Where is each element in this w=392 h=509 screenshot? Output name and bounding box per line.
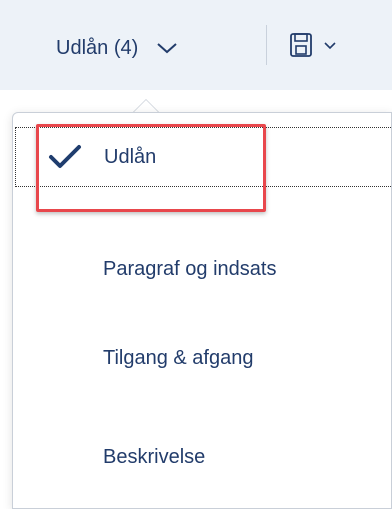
chevron-down-icon (156, 41, 178, 55)
menu-item-label: Beskrivelse (103, 445, 206, 468)
menu-item-beskrivelse[interactable]: Beskrivelse (13, 429, 391, 485)
screen: Udlån (4) Udlån Paragraf og indsats Tilg… (0, 0, 392, 509)
menu-item-label: Tilgang & afgang (103, 346, 254, 369)
save-variant-button[interactable] (289, 31, 337, 63)
menu-item-label: Paragraf og indsats (103, 257, 277, 280)
save-icon (289, 32, 313, 63)
toolbar-divider (266, 25, 267, 65)
chevron-down-icon (323, 38, 337, 56)
highlight-annotation (36, 124, 266, 212)
view-select-label: Udlån (4) (56, 36, 139, 59)
menu-caret (133, 99, 159, 112)
menu-item-paragraf-og-indsats[interactable]: Paragraf og indsats (13, 241, 391, 297)
menu-item-tilgang-afgang[interactable]: Tilgang & afgang (13, 330, 391, 386)
view-select-dropdown[interactable]: Udlån (4) (56, 30, 178, 66)
toolbar: Udlån (4) (0, 0, 392, 90)
